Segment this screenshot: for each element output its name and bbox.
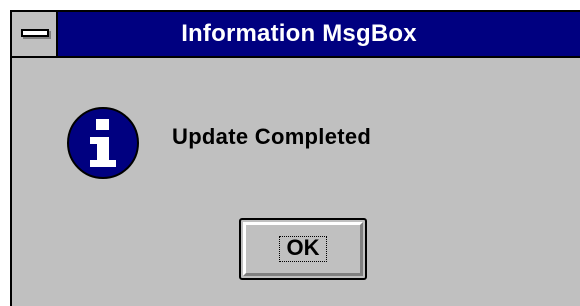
title-bar[interactable]: Information MsgBox (12, 12, 580, 58)
system-menu-icon (21, 29, 49, 37)
message-box-window: Information MsgBox Update Completed OK (10, 10, 580, 306)
message-text: Update Completed (172, 124, 372, 149)
ok-button[interactable]: OK (239, 218, 367, 280)
system-menu-button[interactable] (12, 12, 58, 56)
information-icon (67, 107, 139, 179)
window-title: Information MsgBox (181, 20, 417, 47)
ok-button-label: OK (279, 236, 327, 262)
